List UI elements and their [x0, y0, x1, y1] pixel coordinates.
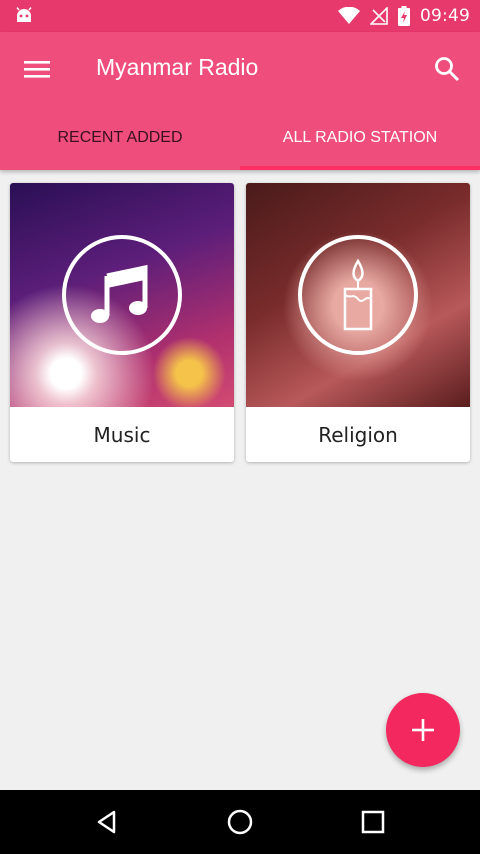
category-label: Religion — [318, 422, 398, 447]
music-note-icon — [62, 235, 182, 355]
religion-category-image — [246, 183, 470, 407]
hamburger-menu-icon[interactable] — [20, 52, 54, 86]
plus-icon — [412, 719, 434, 741]
search-icon[interactable] — [430, 52, 464, 86]
app-bar: Myanmar Radio RECENT ADDED ALL RADIO STA… — [0, 32, 480, 170]
category-card-religion[interactable]: Religion — [246, 183, 470, 462]
recents-icon[interactable] — [357, 806, 389, 838]
add-fab-button[interactable] — [386, 693, 460, 767]
app-title: Myanmar Radio — [96, 54, 259, 80]
back-icon[interactable] — [91, 806, 123, 838]
tab-bar: RECENT ADDED ALL RADIO STATION — [0, 106, 480, 170]
category-label: Music — [93, 422, 151, 447]
category-grid: Music Religion — [10, 183, 470, 462]
home-icon[interactable] — [224, 806, 256, 838]
wifi-icon — [338, 7, 360, 24]
system-nav-bar — [0, 790, 480, 854]
android-notification-icon — [16, 7, 32, 22]
status-time: 09:49 — [420, 6, 470, 26]
tab-all-radio-station[interactable]: ALL RADIO STATION — [240, 106, 480, 170]
battery-charging-icon — [398, 6, 410, 26]
category-card-music[interactable]: Music — [10, 183, 234, 462]
status-bar: 09:49 — [0, 0, 480, 32]
tab-recent-added[interactable]: RECENT ADDED — [0, 106, 240, 170]
candle-icon — [298, 235, 418, 355]
music-category-image — [10, 183, 234, 407]
no-signal-icon — [370, 7, 388, 25]
